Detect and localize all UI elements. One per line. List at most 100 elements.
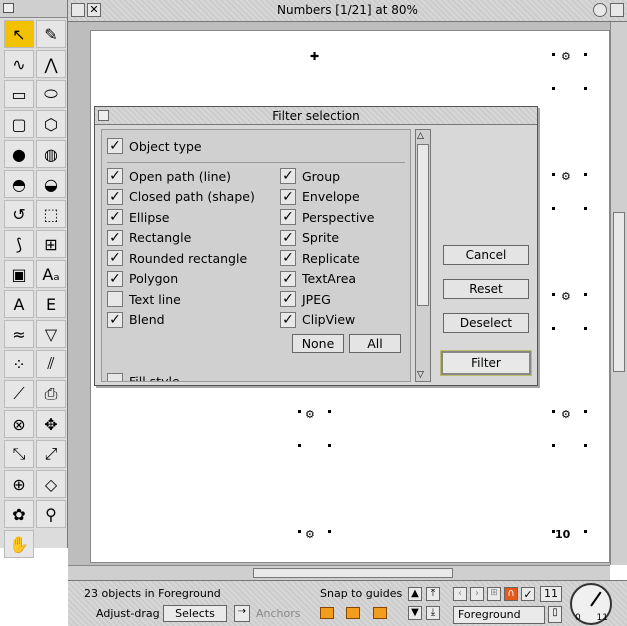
all-button[interactable]: All [349,334,401,353]
selection-handle[interactable] [328,444,331,447]
checkbox[interactable]: ✓ [107,229,123,246]
gem-tool[interactable]: ◇ [36,470,66,498]
snap-mode-3-icon[interactable] [373,607,387,619]
cancel-button[interactable]: Cancel [443,245,529,265]
move-tool[interactable]: ✥ [36,410,66,438]
checkbox[interactable]: ✓ [280,291,296,307]
checkbox[interactable]: ✓ [107,168,123,184]
fill-style-toggle[interactable]: Fill style [107,373,180,381]
filter-item[interactable]: ✓ Rectangle [107,229,191,246]
snap-up-icon[interactable]: ▲ [408,587,422,601]
filter-button[interactable]: Filter [440,350,532,376]
scroll-down-icon[interactable]: ▽ [417,370,424,380]
selection-handle[interactable] [552,327,555,330]
perspective-tool[interactable]: ▽ [36,320,66,348]
layer-prev-icon[interactable]: ‹ [453,587,467,601]
toolbox-back-icon[interactable] [3,3,14,13]
checkbox-fill-style[interactable] [107,373,123,381]
filter-item[interactable]: ✓ TextArea [280,270,356,287]
horizontal-scroll-thumb[interactable] [253,568,453,578]
snap-tool[interactable]: ⤡ [4,440,34,468]
filter-item[interactable]: ✓ Sprite [280,229,339,246]
select-tool[interactable]: ↖ [4,20,34,48]
checkbox[interactable]: ✓ [280,270,296,287]
toolbox-titlebar[interactable] [0,0,67,18]
text-frame-tool[interactable]: E [36,290,66,318]
filter-item[interactable]: ✓ Envelope [280,188,360,205]
visible-check-icon[interactable]: ✓ [521,587,535,601]
blend-tool[interactable]: ⟆ [4,230,34,258]
checkbox[interactable]: ✓ [280,209,296,225]
selection-handle[interactable] [584,207,587,210]
selection-handle[interactable] [584,293,587,296]
magnet-icon[interactable]: ∩ [504,587,518,601]
checkbox[interactable]: ✓ [107,209,123,225]
hand-tool[interactable]: ✋ [4,530,34,558]
checkbox[interactable]: ✓ [280,168,296,184]
layer-next-icon[interactable]: › [470,587,484,601]
transform-tool[interactable]: ⬚ [36,200,66,228]
selection-handle[interactable] [552,53,555,56]
snap-bottom-icon[interactable]: ⤓ [426,606,440,620]
selection-handle[interactable] [584,327,587,330]
pattern-fill-tool[interactable]: ◍ [36,140,66,168]
filter-item[interactable]: ✓ Replicate [280,250,360,266]
selection-handle[interactable] [298,444,301,447]
filter-item[interactable]: Text line [107,291,181,307]
vertical-scroll-thumb[interactable] [613,212,625,372]
object-type-toggle[interactable]: ✓ Object type [107,138,202,154]
selection-handle[interactable] [298,530,301,533]
none-button[interactable]: None [292,334,344,353]
reset-button[interactable]: Reset [443,279,529,299]
checkbox[interactable]: ✓ [280,229,296,246]
curve-tool[interactable]: ∿ [4,50,34,78]
filter-item[interactable]: ✓ Polygon [107,270,178,287]
checkbox[interactable]: ✓ [280,188,296,205]
page-marker[interactable]: 10 [555,528,570,541]
textarea-tool[interactable]: A [4,290,34,318]
dialog-scroll-thumb[interactable] [417,144,429,306]
selection-handle[interactable] [584,53,587,56]
zoom-dial[interactable]: 0 11 [570,583,612,625]
toggle-size-icon[interactable] [610,3,624,17]
freehand-tool[interactable]: ✎ [36,20,66,48]
rotate-tool[interactable]: ↺ [4,200,34,228]
zoom-tool[interactable]: ⚲ [36,500,66,528]
selection-handle[interactable] [552,87,555,90]
text-tool[interactable]: Aₐ [36,260,66,288]
sprite-tool[interactable]: ▣ [4,260,34,288]
selection-handle[interactable] [584,173,587,176]
selection-handle[interactable] [552,293,555,296]
checkbox-object-type[interactable]: ✓ [107,138,123,154]
filter-item[interactable]: ✓ Rounded rectangle [107,250,247,266]
layer-select[interactable]: Foreground [453,606,545,624]
checkbox[interactable]: ✓ [107,270,123,287]
page-marker[interactable]: ⚙ [305,408,315,421]
grid-tool[interactable]: ⊞ [36,230,66,258]
selection-handle[interactable] [552,173,555,176]
selection-handle[interactable] [584,87,587,90]
checkbox[interactable]: ✓ [280,250,296,266]
snap-down-icon[interactable]: ▼ [408,606,422,620]
filter-item[interactable]: ✓ Group [280,168,340,184]
selection-handle[interactable] [328,530,331,533]
deselect-button[interactable]: Deselect [443,313,529,333]
page-marker[interactable]: ⚙ [561,408,571,421]
page-marker[interactable]: ⚙ [561,50,571,63]
replicate-tool[interactable]: ⁘ [4,350,34,378]
selection-handle[interactable] [552,530,555,533]
filter-item[interactable]: ✓ Perspective [280,209,374,225]
filter-item[interactable]: ✓ JPEG [280,291,331,307]
dialog-titlebar[interactable]: Filter selection [95,107,537,125]
ellipse-tool[interactable]: ⬭ [36,80,66,108]
filter-item[interactable]: ✓ Closed path (shape) [107,188,255,205]
dialog-back-icon[interactable] [98,110,109,121]
selection-handle[interactable] [328,410,331,413]
vertical-scrollbar[interactable] [610,22,627,565]
selection-handle[interactable] [552,207,555,210]
page-marker[interactable]: ⚙ [305,528,315,541]
magic-wand-tool[interactable]: ⟋ [4,380,34,408]
rectangle-tool[interactable]: ▭ [4,80,34,108]
filter-item[interactable]: ✓ Blend [107,311,165,328]
brush-tool[interactable]: ⫽ [36,350,66,378]
